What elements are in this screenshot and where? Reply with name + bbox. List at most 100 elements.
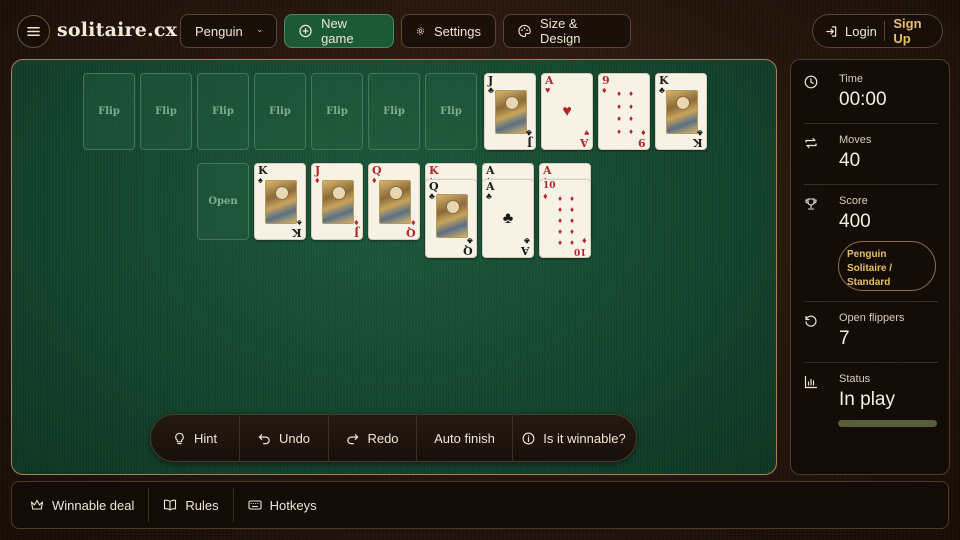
card-suit: ♦ bbox=[411, 218, 416, 228]
auth-group: Login Sign Up bbox=[812, 14, 943, 48]
trophy-icon bbox=[805, 198, 817, 210]
card-rank: 10 bbox=[574, 246, 587, 256]
hint-button[interactable]: Hint bbox=[151, 415, 239, 461]
undo-icon bbox=[258, 433, 270, 444]
flip-slot[interactable]: Flip bbox=[311, 73, 363, 150]
card-suit: ♣ bbox=[697, 128, 703, 138]
status-progress-bar bbox=[838, 420, 937, 427]
court-figure bbox=[666, 90, 698, 134]
card-suit: ♦ bbox=[602, 85, 607, 95]
flip-slot[interactable]: Flip bbox=[425, 73, 477, 150]
rules-button[interactable]: Rules bbox=[149, 482, 232, 528]
stat-divider bbox=[804, 301, 938, 302]
hotkeys-label: Hotkeys bbox=[269, 497, 317, 513]
size-design-label: Size & Design bbox=[540, 16, 581, 46]
hamburger-icon bbox=[27, 27, 40, 36]
flip-slot[interactable]: Flip bbox=[83, 73, 135, 150]
card-suit: ♦ bbox=[641, 128, 646, 138]
winnable-deal-button[interactable]: Winnable deal bbox=[12, 482, 148, 528]
settings-button[interactable]: Settings bbox=[401, 14, 496, 48]
login-button[interactable]: Login bbox=[813, 24, 884, 39]
card-ace-clubs[interactable]: A ♣ ♣ A ♣ bbox=[482, 179, 534, 258]
card-rank: Q bbox=[406, 226, 416, 239]
size-design-button[interactable]: Size & Design bbox=[503, 14, 631, 48]
hotkeys-button[interactable]: Hotkeys bbox=[234, 482, 331, 528]
card-suit: ♣ bbox=[429, 191, 435, 201]
open-slot[interactable]: Open bbox=[197, 163, 249, 240]
time-value: 00:00 bbox=[839, 89, 887, 110]
gear-icon bbox=[416, 27, 425, 35]
is-winnable-label: Is it winnable? bbox=[543, 430, 626, 446]
variant-label: Penguin bbox=[195, 23, 243, 39]
card-jack-clubs[interactable]: J ♣ J ♣ bbox=[484, 73, 536, 150]
flippers-value: 7 bbox=[839, 328, 850, 349]
auto-finish-label: Auto finish bbox=[434, 430, 495, 446]
card-queen-diamonds[interactable]: Q ♦ Q ♦ bbox=[368, 163, 420, 240]
variant-badge[interactable]: Penguin Solitaire / Standard bbox=[838, 241, 936, 291]
site-logo[interactable]: solitaire.cx bbox=[57, 19, 177, 41]
rules-label: Rules bbox=[185, 497, 219, 513]
keyboard-icon bbox=[248, 500, 262, 510]
card-king-spades[interactable]: K ♠ K ♠ bbox=[254, 163, 306, 240]
card-nine-diamonds[interactable]: 9 ♦ ♦ ♦ ♦ ♦ ♦ ♦ ♦ ♦ 9 ♦ bbox=[598, 73, 650, 150]
card-suit: ♦ bbox=[543, 191, 548, 201]
card-rank: J bbox=[526, 136, 532, 149]
card-suit: ♠ bbox=[258, 175, 263, 185]
card-pips: ♦ ♦ ♦ ♦ ♦ ♦ ♦ ♦ ♦ ♦ bbox=[557, 194, 575, 247]
card-suit: ♠ bbox=[297, 218, 302, 228]
card-suit: ♣ bbox=[659, 85, 665, 95]
flip-slot[interactable]: Flip bbox=[197, 73, 249, 150]
card-king-clubs[interactable]: K ♣ K ♣ bbox=[655, 73, 707, 150]
card-rank: A bbox=[580, 136, 589, 149]
court-figure bbox=[379, 180, 411, 224]
new-game-button[interactable]: New game bbox=[284, 14, 394, 48]
is-winnable-button[interactable]: Is it winnable? bbox=[513, 415, 635, 461]
card-rank: J bbox=[353, 226, 359, 239]
card-jack-diamonds[interactable]: J ♦ J ♦ bbox=[311, 163, 363, 240]
flip-slot[interactable]: Flip bbox=[254, 73, 306, 150]
moves-value: 40 bbox=[839, 150, 861, 171]
card-suit: ♦ bbox=[315, 175, 320, 185]
card-suit: ♣ bbox=[467, 236, 473, 246]
card-queen-clubs[interactable]: Q ♣ Q ♣ bbox=[425, 179, 477, 258]
menu-button[interactable] bbox=[17, 15, 50, 48]
redo-icon bbox=[347, 433, 359, 444]
time-label: Time bbox=[839, 73, 864, 85]
clock-icon bbox=[804, 75, 818, 89]
info-icon bbox=[522, 432, 535, 444]
stat-divider bbox=[804, 123, 938, 124]
redo-label: Redo bbox=[367, 430, 399, 446]
flip-slot[interactable]: Flip bbox=[368, 73, 420, 150]
card-rank: K bbox=[693, 136, 703, 149]
card-suit: ♦ bbox=[354, 218, 359, 228]
flippers-label: Open flippers bbox=[839, 312, 905, 324]
signup-button[interactable]: Sign Up bbox=[885, 16, 942, 46]
undo-button[interactable]: Undo bbox=[240, 415, 328, 461]
lightbulb-icon bbox=[175, 432, 184, 444]
score-value: 400 bbox=[839, 211, 871, 232]
crown-icon bbox=[30, 499, 44, 510]
login-icon bbox=[826, 25, 837, 37]
card-rank: Q bbox=[463, 244, 473, 257]
status-label: Status bbox=[839, 373, 871, 385]
card-suit: ♦ bbox=[582, 236, 587, 246]
top-bar: solitaire.cx Penguin New game Settings S… bbox=[0, 0, 960, 62]
flip-slot[interactable]: Flip bbox=[140, 73, 192, 150]
auto-finish-button[interactable]: Auto finish bbox=[417, 415, 512, 461]
repeat-icon bbox=[805, 137, 817, 149]
card-suit: ♣ bbox=[488, 85, 494, 95]
score-label: Score bbox=[839, 195, 868, 207]
card-rank: 9 bbox=[638, 136, 646, 149]
card-suit: ♥ bbox=[583, 128, 589, 138]
redo-button[interactable]: Redo bbox=[329, 415, 416, 461]
court-figure bbox=[436, 194, 468, 238]
card-suit: ♦ bbox=[372, 175, 377, 185]
chevron-down-icon bbox=[257, 29, 262, 33]
variant-dropdown[interactable]: Penguin bbox=[180, 14, 277, 48]
game-table: Flip Flip Flip Flip Flip Flip Flip J ♣ J… bbox=[11, 59, 777, 475]
card-ace-hearts[interactable]: A ♥ ♥ A ♥ bbox=[541, 73, 593, 150]
card-rank: A bbox=[521, 244, 530, 257]
moves-label: Moves bbox=[839, 134, 872, 146]
undo-label: Undo bbox=[278, 430, 311, 446]
card-ten-diamonds[interactable]: 10 ♦ ♦ ♦ ♦ ♦ ♦ ♦ ♦ ♦ ♦ ♦ 10 ♦ bbox=[539, 179, 591, 258]
